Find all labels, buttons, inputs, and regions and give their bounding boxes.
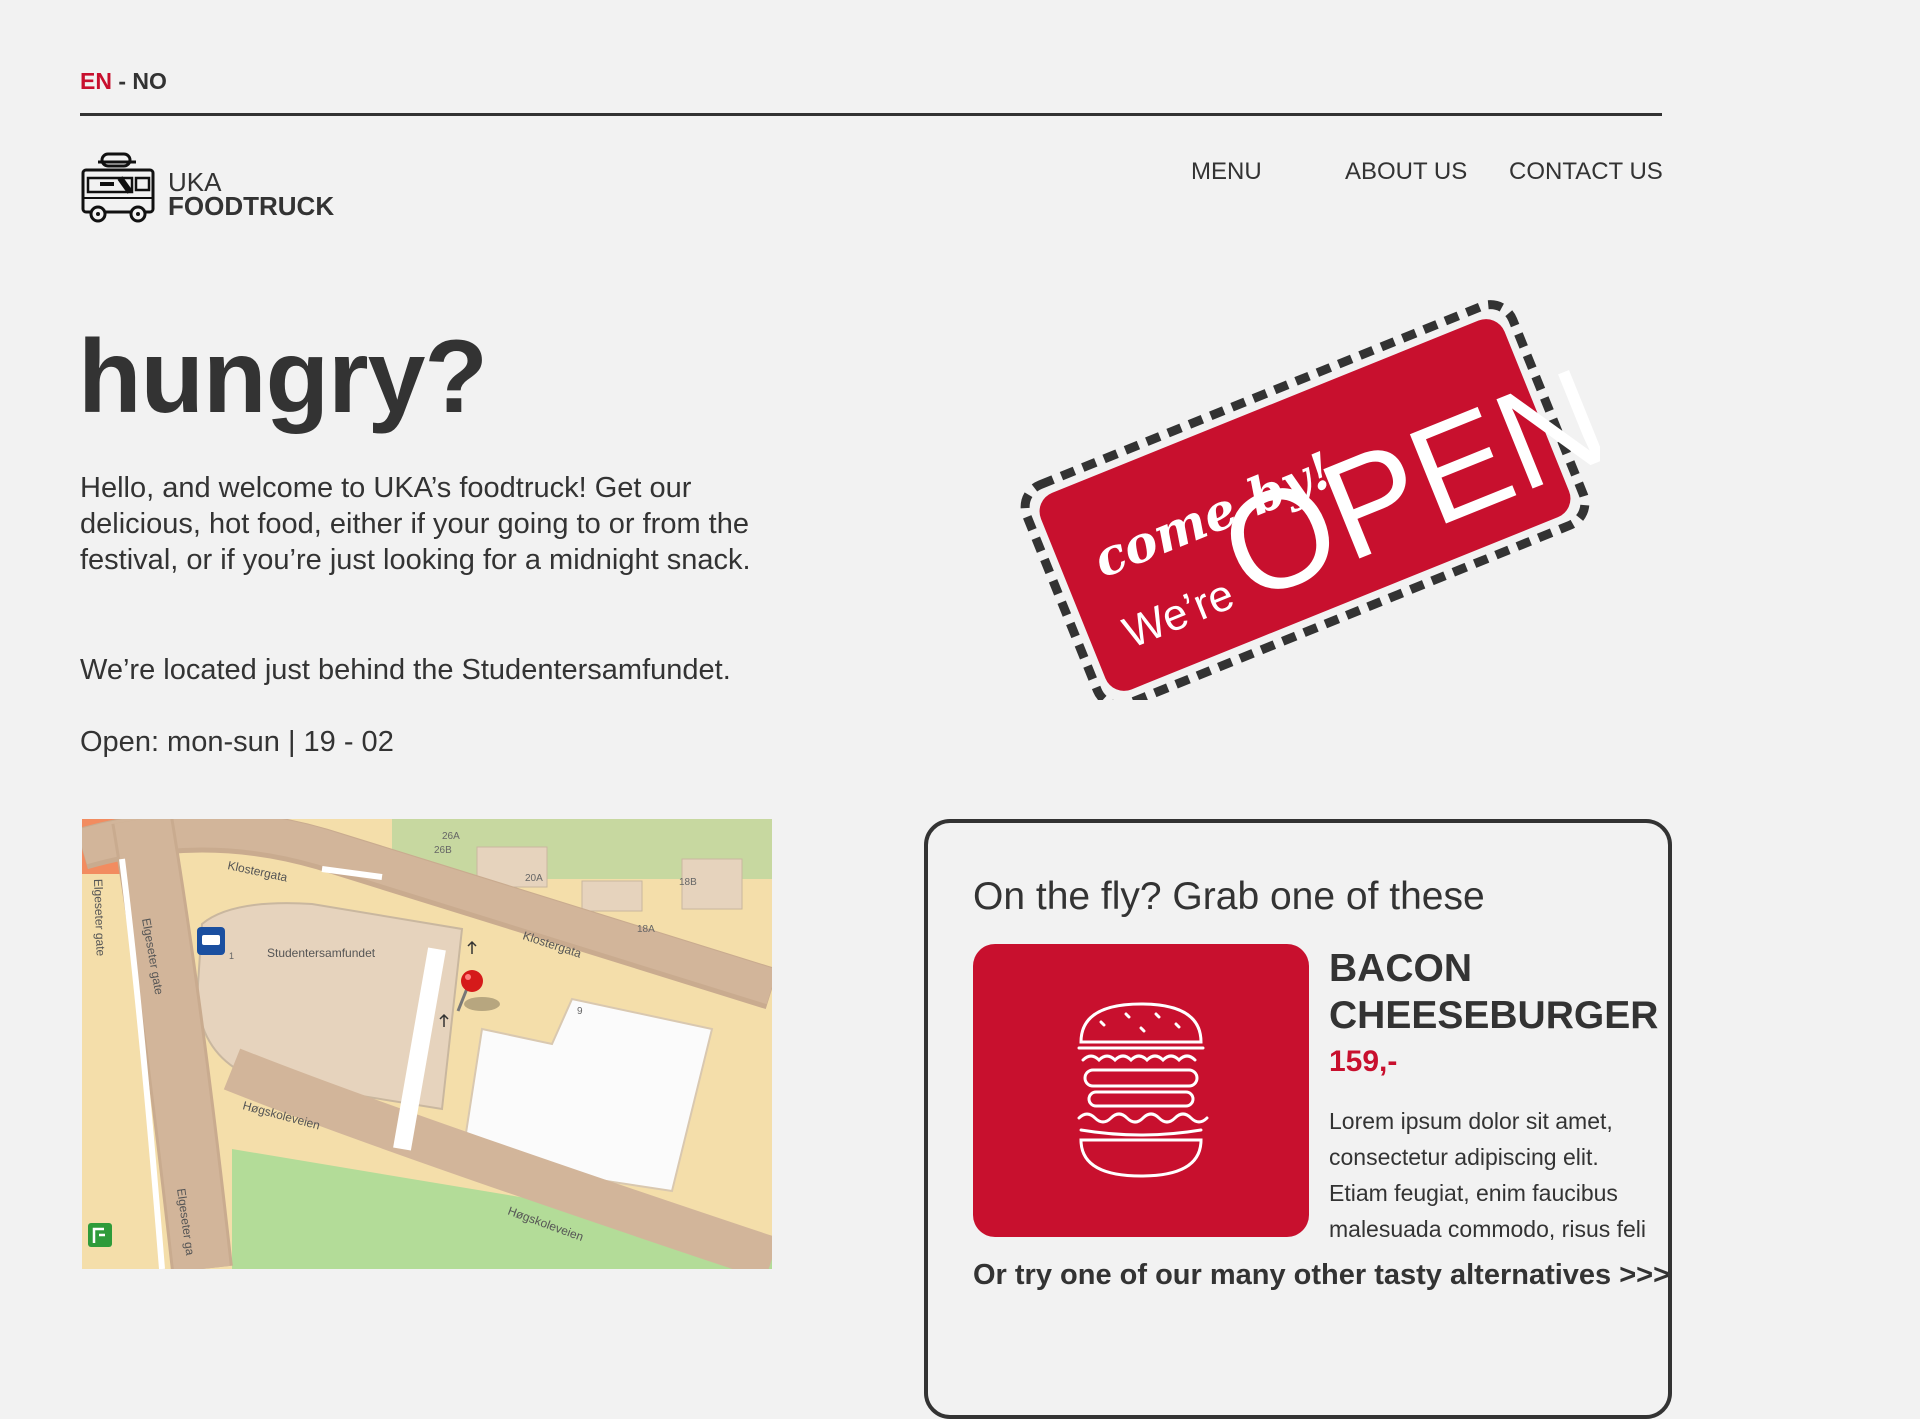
opening-hours: Open: mon-sun | 19 - 02 <box>80 726 394 758</box>
burger-icon <box>1077 1002 1209 1178</box>
intro-text: Hello, and welcome to UKA’s foodtruck! G… <box>80 472 751 576</box>
language-switcher: EN - NO <box>80 68 167 95</box>
map-label-9: 9 <box>577 1006 583 1017</box>
map-label-26a: 26A <box>442 831 460 842</box>
foodtruck-icon <box>81 152 155 223</box>
nav-contact-us[interactable]: CONTACT US <box>1509 158 1663 186</box>
featured-heading: On the fly? Grab one of these <box>973 875 1485 918</box>
location-map[interactable]: Klostergata Klostergata Studentersamfund… <box>82 819 772 1269</box>
nav-menu[interactable]: MENU <box>1191 158 1262 186</box>
location-text: We’re located just behind the Studenters… <box>80 654 731 686</box>
nav-about-us[interactable]: ABOUT US <box>1345 158 1467 186</box>
map-label-eigeseter-1: Elgeseter gate <box>91 879 108 957</box>
map-label-20a: 20A <box>525 873 543 884</box>
bus-stop-icon <box>197 927 225 955</box>
burger-image[interactable] <box>973 944 1309 1237</box>
header-divider <box>80 113 1662 116</box>
featured-description-text: Lorem ipsum dolor sit amet, consectetur … <box>1329 1108 1647 1242</box>
map-label-26b: 26B <box>434 845 452 856</box>
lang-separator: - <box>118 68 127 94</box>
featured-item-price: 159,- <box>1329 1045 1398 1078</box>
brand-text: UKA FOODTRUCK <box>168 169 335 221</box>
exit-icon <box>88 1223 112 1247</box>
open-sign: come by! We’re OPEN <box>1020 300 1600 700</box>
map-label-1: 1 <box>229 951 234 961</box>
more-alternatives-link[interactable]: Or try one of our many other tasty alter… <box>973 1259 1670 1292</box>
map-label-18b: 18B <box>679 877 697 888</box>
map-canvas: Klostergata Klostergata Studentersamfund… <box>82 819 772 1269</box>
featured-item-name: BACON CHEESEBURGER <box>1329 947 1659 1037</box>
map-label-18a: 18A <box>637 924 655 935</box>
page-title: hungry? <box>78 319 488 435</box>
lang-en-link[interactable]: EN <box>80 68 112 94</box>
brand-logo[interactable]: UKA FOODTRUCK <box>80 150 334 226</box>
featured-item-description: Lorem ipsum dolor sit amet, consectetur … <box>1329 1103 1659 1247</box>
map-label-studentersamfundet: Studentersamfundet <box>267 946 376 960</box>
brand-line2: FOODTRUCK <box>168 191 335 221</box>
featured-card: On the fly? Grab one of these BACON CHEE… <box>924 819 1672 1419</box>
lang-no-link[interactable]: NO <box>132 68 167 94</box>
